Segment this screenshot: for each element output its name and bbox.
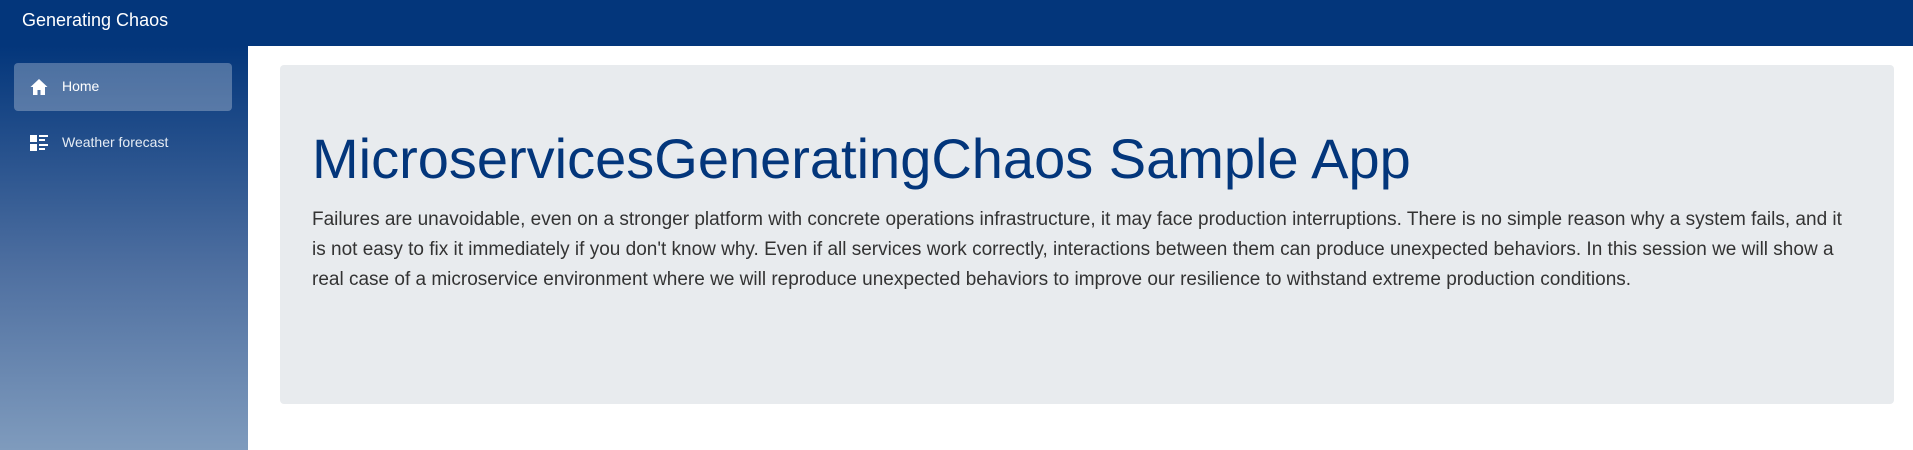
sidebar-item-home[interactable]: Home bbox=[14, 63, 232, 111]
sidebar: Home Weather forecast bbox=[0, 46, 248, 450]
list-icon bbox=[30, 135, 48, 151]
sidebar-item-label: Home bbox=[62, 78, 100, 94]
sidebar-item-label: Weather forecast bbox=[62, 134, 169, 150]
page-title: MicroservicesGeneratingChaos Sample App bbox=[312, 127, 1411, 190]
home-icon bbox=[30, 79, 48, 95]
jumbotron: MicroservicesGeneratingChaos Sample App … bbox=[280, 65, 1894, 404]
sidebar-item-weather-forecast[interactable]: Weather forecast bbox=[14, 119, 232, 167]
main-content: MicroservicesGeneratingChaos Sample App … bbox=[248, 46, 1913, 450]
top-navbar: Generating Chaos bbox=[0, 0, 1913, 46]
intro-paragraph: Failures are unavoidable, even on a stro… bbox=[312, 209, 1842, 290]
app-brand[interactable]: Generating Chaos bbox=[22, 10, 168, 31]
